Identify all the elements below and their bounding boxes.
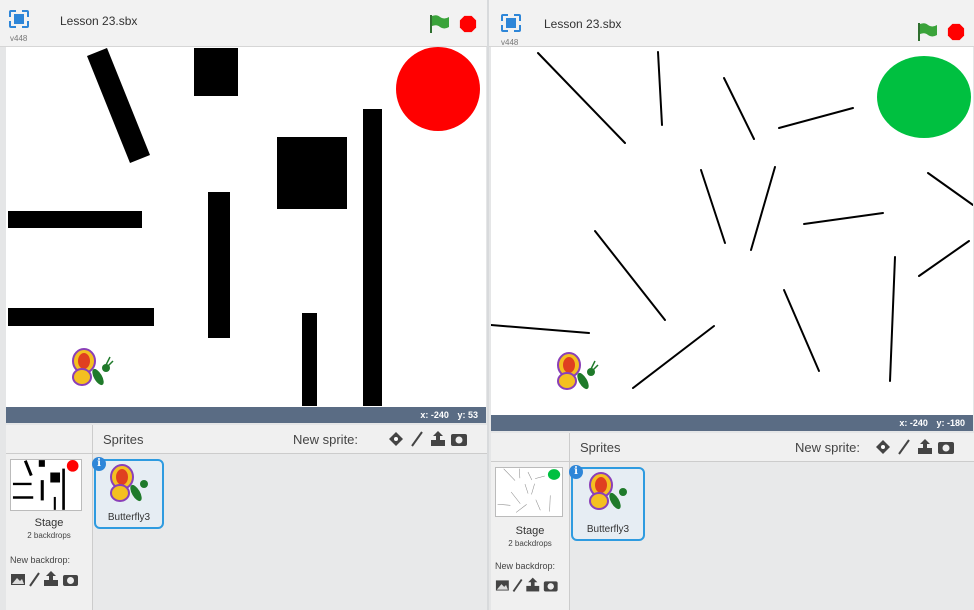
sprite-card-butterfly3[interactable]: i Butterfly3 [92,457,164,529]
upload-backdrop-icon[interactable] [44,571,58,586]
mouse-coordinates: x: -240 y: -180 [491,415,973,431]
paint-backdrop-icon[interactable] [512,578,523,592]
sprites-label: Sprites [580,440,621,455]
sprites-header: Sprites New sprite: [570,433,974,462]
x-label: x: [420,410,429,420]
butterfly-thumbnail [589,472,627,510]
new-sprite-label: New sprite: [293,432,359,447]
project-title: Lesson 23.sbx [60,14,138,28]
backdrop-tools [495,577,565,593]
x-label: x: [899,418,908,428]
sprites-label: Sprites [103,432,144,447]
stop-sign-icon[interactable] [947,23,965,41]
right-editor: v448 Lesson 23.sbx x: -240 y: -180 Stage… [489,0,974,610]
butterfly-thumbnail [110,464,148,502]
camera-backdrop-icon[interactable] [543,581,558,592]
mouse-coordinates: x: -240 y: 53 [6,407,486,423]
backdrop-library-icon[interactable] [11,574,25,585]
upload-sprite-icon[interactable] [917,439,933,455]
butterfly-sprite[interactable] [68,347,114,393]
sprite-pane: Stage 2 backdrops New backdrop: Sprites … [6,425,487,610]
sprite-pane: Stage 2 backdrops New backdrop: Sprites … [491,433,974,610]
new-sprite-label: New sprite: [795,440,861,455]
top-bar: v448 Lesson 23.sbx [489,0,974,47]
y-value: 53 [467,410,478,420]
stage-label: Stage [34,517,64,529]
x-value: -240 [909,418,928,428]
sprite-name: Butterfly3 [586,524,630,535]
new-backdrop-label: New backdrop: [495,561,556,571]
green-flag-icon[interactable] [427,14,451,34]
stop-sign-icon[interactable] [459,15,477,33]
backdrop-library-icon[interactable] [495,580,509,591]
red-circle [396,47,480,131]
sprite-library-icon[interactable] [875,439,891,455]
stage-column: Stage 2 backdrops New backdrop: [491,433,570,610]
sprite-library-icon[interactable] [388,431,404,447]
stage-thumbnail[interactable] [495,467,563,517]
info-icon[interactable]: i [569,465,583,479]
stage-backdrop-count: 2 backdrops [508,539,552,548]
x-value: -240 [430,410,449,420]
camera-sprite-icon[interactable] [451,431,467,447]
stage-thumbnail[interactable] [10,459,82,511]
project-title: Lesson 23.sbx [544,17,622,31]
y-label: y: [457,410,466,420]
stage-canvas[interactable] [6,47,486,407]
paint-backdrop-icon[interactable] [29,572,40,587]
camera-sprite-icon[interactable] [938,439,954,455]
new-backdrop-label: New backdrop: [10,555,71,565]
upload-sprite-icon[interactable] [430,431,446,447]
sprites-header: Sprites New sprite: [93,425,487,454]
paint-new-sprite-icon[interactable] [896,439,912,455]
stage-label: Stage [515,525,545,537]
version-label: v448 [501,38,519,47]
green-flag-icon[interactable] [915,22,939,42]
stage-backdrop-count: 2 backdrops [27,531,71,540]
sprite-card-butterfly3[interactable]: i Butterfly3 [569,465,645,541]
upload-backdrop-icon[interactable] [526,577,540,592]
top-bar: v448 Lesson 23.sbx [0,0,487,47]
green-circle [877,56,971,138]
fullscreen-icon[interactable] [500,13,523,36]
left-editor: v448 Lesson 23.sbx x: -240 y: 53 Stage 2… [0,0,487,610]
fullscreen-icon[interactable] [8,9,31,32]
version-label: v448 [10,34,28,43]
info-icon[interactable]: i [92,457,106,471]
butterfly-sprite[interactable] [553,351,599,397]
stage-column: Stage 2 backdrops New backdrop: [6,425,93,610]
paint-new-sprite-icon[interactable] [409,431,425,447]
y-label: y: [936,418,945,428]
camera-backdrop-icon[interactable] [63,575,78,586]
backdrop-tools [10,571,86,587]
stage-canvas[interactable] [491,47,973,415]
y-value: -180 [946,418,965,428]
sprite-name: Butterfly3 [107,512,151,523]
